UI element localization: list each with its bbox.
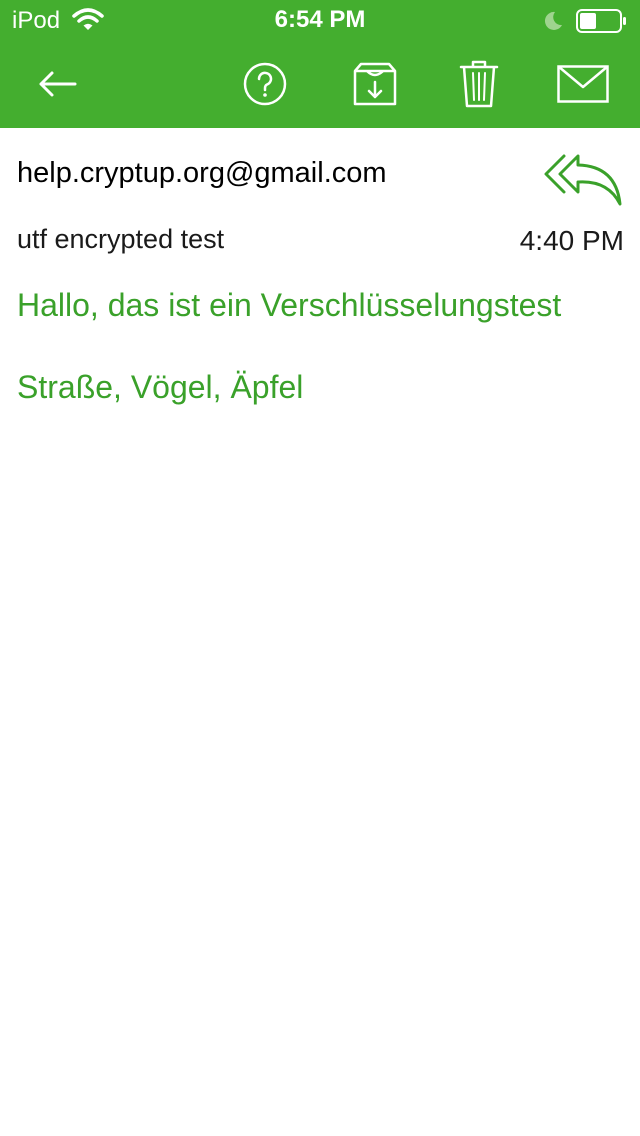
reply-all-icon [542,154,626,212]
mail-icon [557,65,609,103]
status-bar: iPod 6:54 PM [0,0,640,40]
message-body-line: Hallo, das ist ein Verschlüsselungstest [17,287,562,323]
back-button[interactable] [20,40,96,128]
delete-button[interactable] [448,40,510,128]
trash-icon [459,59,499,109]
message-time: 4:40 PM [519,225,624,256]
message-view: help.cryptup.org@gmail.com utf encrypted… [0,128,640,1136]
message-body-line: Straße, Vögel, Äpfel [17,369,304,405]
battery-icon [576,9,628,33]
reply-all-button[interactable] [542,152,626,208]
message-subject: utf encrypted test [17,224,225,254]
archive-button[interactable] [342,40,408,128]
navigation-bar [0,40,640,128]
do-not-disturb-moon-icon [542,10,564,32]
help-button[interactable] [232,40,298,128]
help-icon [243,62,287,106]
archive-icon [353,62,397,106]
back-arrow-icon [38,70,78,98]
sender-email: help.cryptup.org@gmail.com [17,157,387,189]
top-bar: iPod 6:54 PM [0,0,640,128]
mark-unread-button[interactable] [550,40,616,128]
